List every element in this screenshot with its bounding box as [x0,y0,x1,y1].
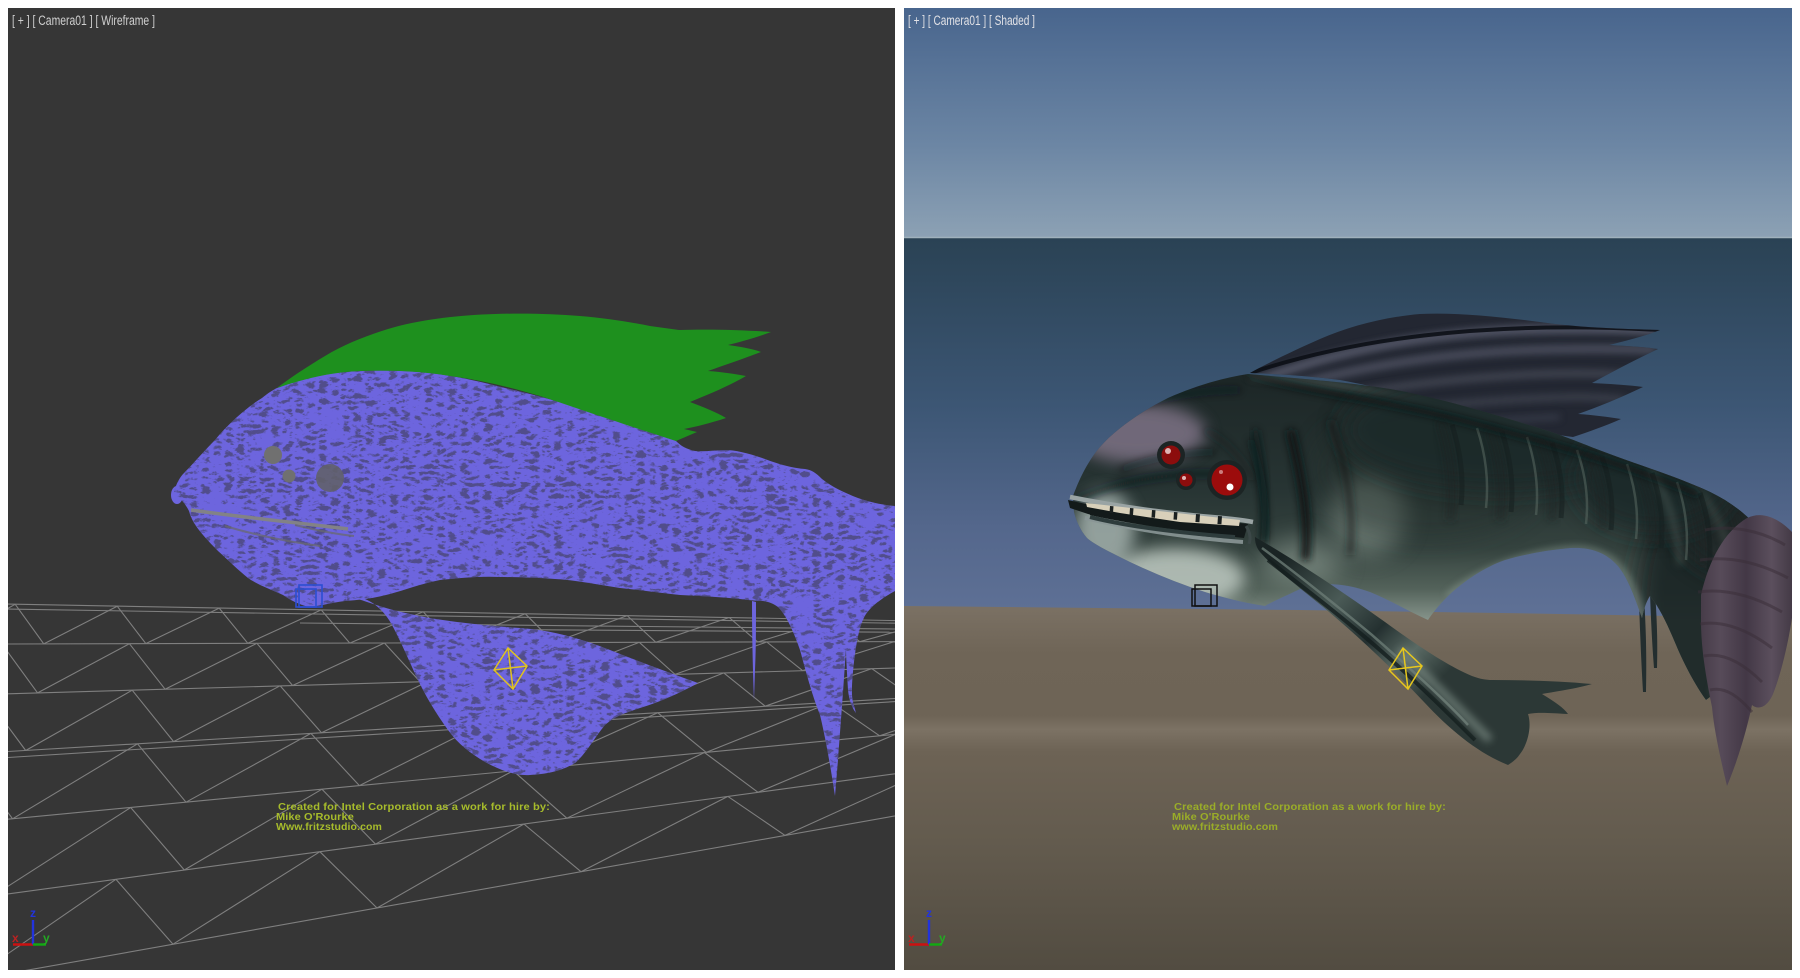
svg-text:x: x [908,931,915,945]
svg-text:z: z [926,906,932,920]
svg-text:[ + ] [ Camera01 ] [ Shaded ]: [ + ] [ Camera01 ] [ Shaded ] [908,13,1035,28]
svg-text:Www.fritzstudio.com: Www.fritzstudio.com [276,822,382,833]
svg-text:z: z [30,906,36,920]
svg-text:y: y [43,931,50,945]
svg-text:y: y [939,931,946,945]
svg-text:x: x [12,931,19,945]
svg-text:[ + ] [ Camera01 ] [ Wireframe: [ + ] [ Camera01 ] [ Wireframe ] [12,13,155,28]
svg-text:www.fritzstudio.com: www.fritzstudio.com [1171,822,1278,833]
